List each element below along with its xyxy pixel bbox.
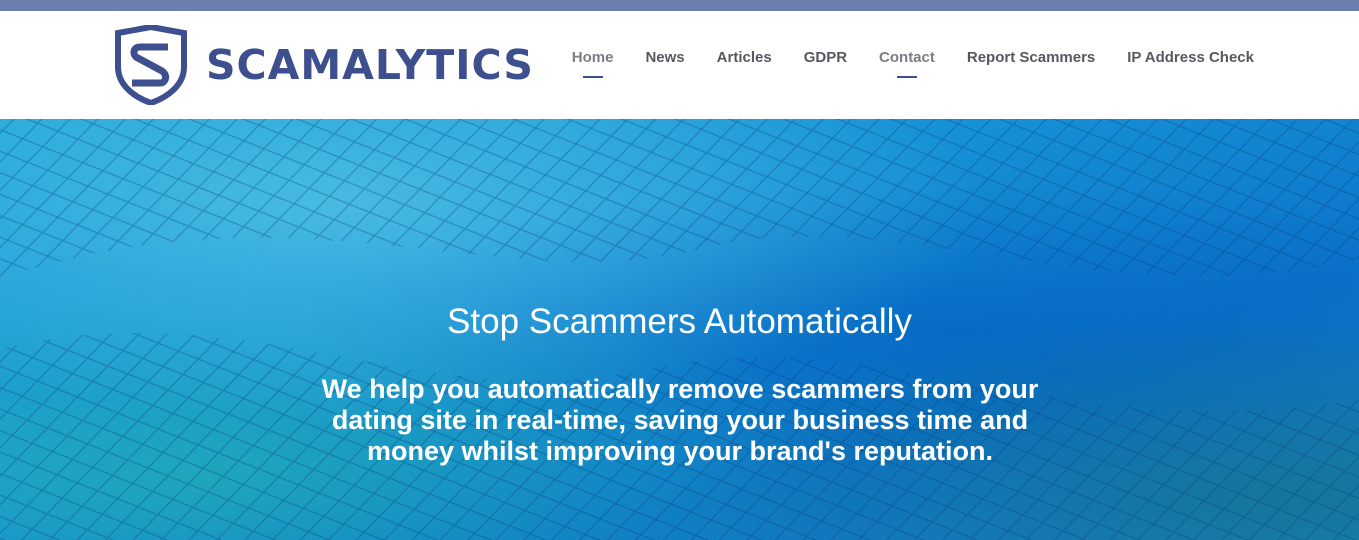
shield-s-icon: [115, 25, 187, 105]
site-header: SCAMALYTICS Home News Articles GDPR Cont…: [0, 11, 1359, 119]
nav-item-news[interactable]: News: [645, 49, 684, 78]
nav-item-home[interactable]: Home: [572, 49, 613, 78]
hero-subtitle: We help you automatically remove scammer…: [321, 374, 1039, 466]
nav-item-contact[interactable]: Contact: [879, 49, 935, 78]
brand-name: SCAMALYTICS: [206, 41, 534, 89]
nav-item-ip-address-check[interactable]: IP Address Check: [1127, 49, 1254, 78]
nav-item-report-scammers[interactable]: Report Scammers: [967, 49, 1095, 78]
top-accent-bar: [0, 0, 1359, 11]
nav-item-gdpr[interactable]: GDPR: [804, 49, 847, 78]
site-logo-link[interactable]: SCAMALYTICS: [112, 20, 534, 110]
main-nav: Home News Articles GDPR Contact Report S…: [572, 49, 1254, 78]
hero-title: Stop Scammers Automatically: [447, 302, 912, 342]
hero-banner: Stop Scammers Automatically We help you …: [0, 119, 1359, 540]
nav-item-articles[interactable]: Articles: [717, 49, 772, 78]
